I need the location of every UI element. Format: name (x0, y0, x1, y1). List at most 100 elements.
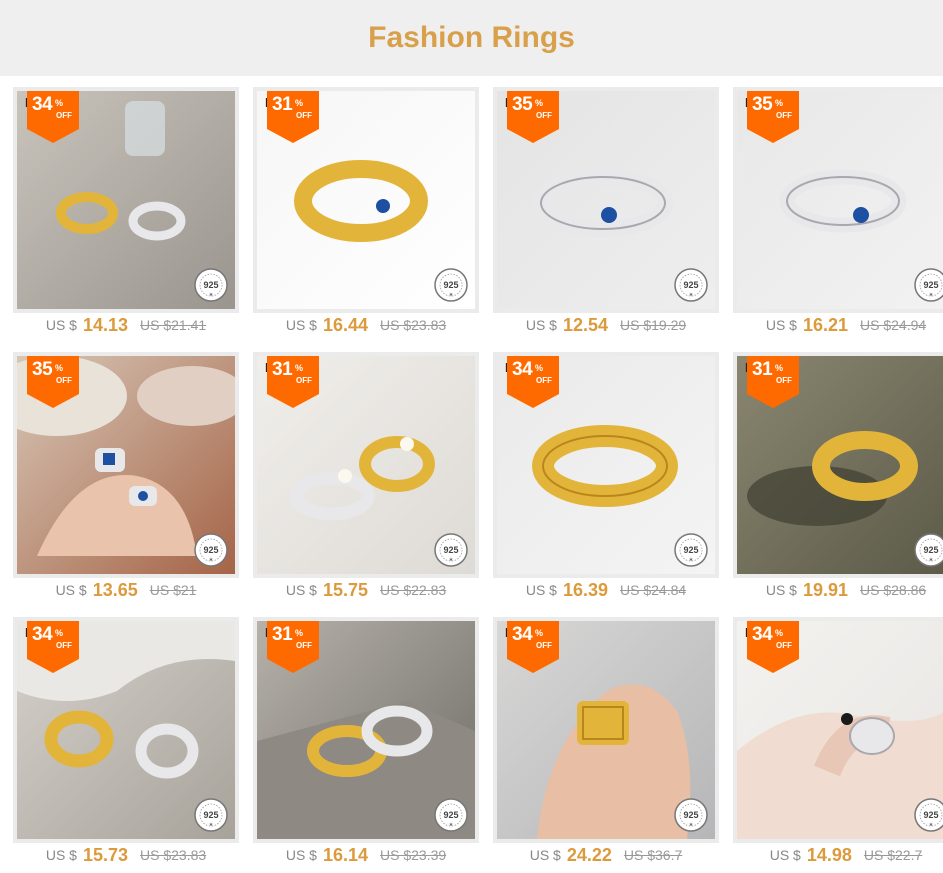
price-row: US $ 14.13 US $21.41 (13, 313, 239, 337)
product-card[interactable]: LOUR 925 ★31%OFFUS $19.91US $28.86 (733, 352, 943, 602)
product-image[interactable]: 925 ★ 35% OFF (13, 352, 239, 578)
product-card[interactable]: LOUR 925 ★34%OFFUS $15.73US $23.83 (13, 617, 239, 867)
product-image[interactable]: LOUR 925 ★34%OFF (493, 617, 719, 843)
percent-symbol: % (55, 628, 64, 638)
off-label: OFF (536, 376, 552, 385)
off-label: OFF (56, 641, 72, 650)
original-price: US $24.94 (860, 317, 927, 333)
discount-badge: 34% OFF (507, 356, 559, 408)
discount-percent: 34 (512, 359, 533, 380)
silver-925-stamp-icon: 925 ★ (193, 267, 229, 303)
original-price: US $24.84 (620, 582, 687, 598)
product-card[interactable]: LOUR 925 ★34%OFFUS $14.98US $22.7 (733, 617, 943, 867)
product-image[interactable]: LOUR 925 ★31%OFF (253, 352, 479, 578)
svg-text:925: 925 (203, 810, 218, 820)
percent-symbol: % (535, 628, 544, 638)
svg-text:★: ★ (929, 822, 934, 828)
svg-text:925: 925 (683, 545, 698, 555)
product-card[interactable]: LOUR 925 ★31%OFFUS $16.14US $23.39 (253, 617, 479, 867)
product-image[interactable]: LOUR 925 ★34%OFF (733, 617, 943, 843)
currency-label: US $ (45, 847, 77, 863)
sale-price: 16.21 (802, 314, 848, 335)
svg-text:★: ★ (449, 557, 454, 563)
product-card[interactable]: LOUR 925 ★34%OFFUS $24.22US $36.7 (493, 617, 719, 867)
off-label: OFF (536, 111, 552, 120)
currency-label: US $ (769, 847, 801, 863)
discount-percent: 35 (32, 359, 53, 380)
percent-symbol: % (535, 363, 544, 373)
discount-badge: 34% OFF (507, 621, 559, 673)
sale-price: 15.75 (322, 579, 368, 600)
svg-text:925: 925 (203, 545, 218, 555)
off-label: OFF (296, 641, 312, 650)
currency-label: US $ (285, 582, 317, 598)
silver-925-stamp-icon: 925 ★ (673, 797, 709, 833)
product-image[interactable]: LOUR 925 ★34%OFF (13, 617, 239, 843)
off-label: OFF (536, 641, 552, 650)
sale-price: 14.13 (82, 314, 128, 335)
svg-text:★: ★ (929, 557, 934, 563)
percent-symbol: % (775, 628, 784, 638)
discount-badge: 34% OFF (747, 621, 799, 673)
price-row: US $ 15.75 US $22.83 (253, 578, 479, 602)
discount-percent: 34 (32, 624, 53, 645)
currency-label: US $ (525, 582, 557, 598)
silver-925-stamp-icon: 925 ★ (193, 532, 229, 568)
percent-symbol: % (295, 363, 304, 373)
product-image[interactable]: LOUR 925 ★31%OFF (253, 617, 479, 843)
product-image[interactable]: LOUR 925 ★34%OFF (493, 352, 719, 578)
price-row: US $ 16.14 US $23.39 (253, 843, 479, 867)
discount-percent: 35 (752, 94, 773, 115)
currency-label: US $ (529, 847, 561, 863)
discount-percent: 31 (272, 94, 293, 115)
page-header: Fashion Rings (0, 0, 943, 76)
page-title: Fashion Rings (368, 21, 575, 54)
svg-text:★: ★ (689, 557, 694, 563)
product-image[interactable]: LOUR 925 ★31%OFF (733, 352, 943, 578)
currency-label: US $ (285, 317, 317, 333)
product-image[interactable]: LOUR 925 ★35%OFF (733, 87, 943, 313)
off-label: OFF (56, 376, 72, 385)
silver-925-stamp-icon: 925 ★ (433, 532, 469, 568)
sale-price: 16.14 (322, 844, 368, 865)
discount-percent: 34 (512, 624, 533, 645)
discount-badge: 31% OFF (267, 91, 319, 143)
currency-label: US $ (765, 317, 797, 333)
sale-price: 15.73 (82, 844, 128, 865)
off-label: OFF (776, 376, 792, 385)
product-card[interactable]: LOUR 925 ★34%OFFUS $14.13US $21.41 (13, 87, 239, 337)
off-label: OFF (776, 641, 792, 650)
product-card[interactable]: 925 ★ 35% OFF US $ 13.65 US $21 (13, 352, 239, 602)
product-image[interactable]: LOUR 925 ★34%OFF (13, 87, 239, 313)
discount-badge: 35% OFF (507, 91, 559, 143)
discount-badge: 34% OFF (27, 91, 79, 143)
price-row: US $ 16.44 US $23.83 (253, 313, 479, 337)
currency-label: US $ (525, 317, 557, 333)
product-card[interactable]: LOUR 925 ★31%OFFUS $16.44US $23.83 (253, 87, 479, 337)
product-card[interactable]: LOUR 925 ★31%OFFUS $15.75US $22.83 (253, 352, 479, 602)
currency-label: US $ (285, 847, 317, 863)
product-card[interactable]: LOUR 925 ★34%OFFUS $16.39US $24.84 (493, 352, 719, 602)
svg-text:★: ★ (929, 292, 934, 298)
currency-label: US $ (765, 582, 797, 598)
currency-label: US $ (45, 317, 77, 333)
original-price: US $23.83 (380, 317, 447, 333)
percent-symbol: % (295, 628, 304, 638)
percent-symbol: % (775, 98, 784, 108)
original-price: US $23.83 (140, 847, 207, 863)
svg-text:925: 925 (443, 810, 458, 820)
discount-percent: 31 (272, 359, 293, 380)
svg-text:★: ★ (209, 822, 214, 828)
product-image[interactable]: LOUR 925 ★31%OFF (253, 87, 479, 313)
original-price: US $23.39 (380, 847, 447, 863)
svg-text:925: 925 (683, 280, 698, 290)
original-price: US $21.41 (140, 317, 207, 333)
silver-925-stamp-icon: 925 ★ (913, 797, 943, 833)
discount-percent: 34 (752, 624, 773, 645)
svg-text:★: ★ (209, 557, 214, 563)
product-card[interactable]: LOUR 925 ★35%OFFUS $12.54US $19.29 (493, 87, 719, 337)
product-card[interactable]: LOUR 925 ★35%OFFUS $16.21US $24.94 (733, 87, 943, 337)
product-image[interactable]: LOUR 925 ★35%OFF (493, 87, 719, 313)
discount-percent: 31 (752, 359, 773, 380)
discount-badge: 31% OFF (267, 621, 319, 673)
